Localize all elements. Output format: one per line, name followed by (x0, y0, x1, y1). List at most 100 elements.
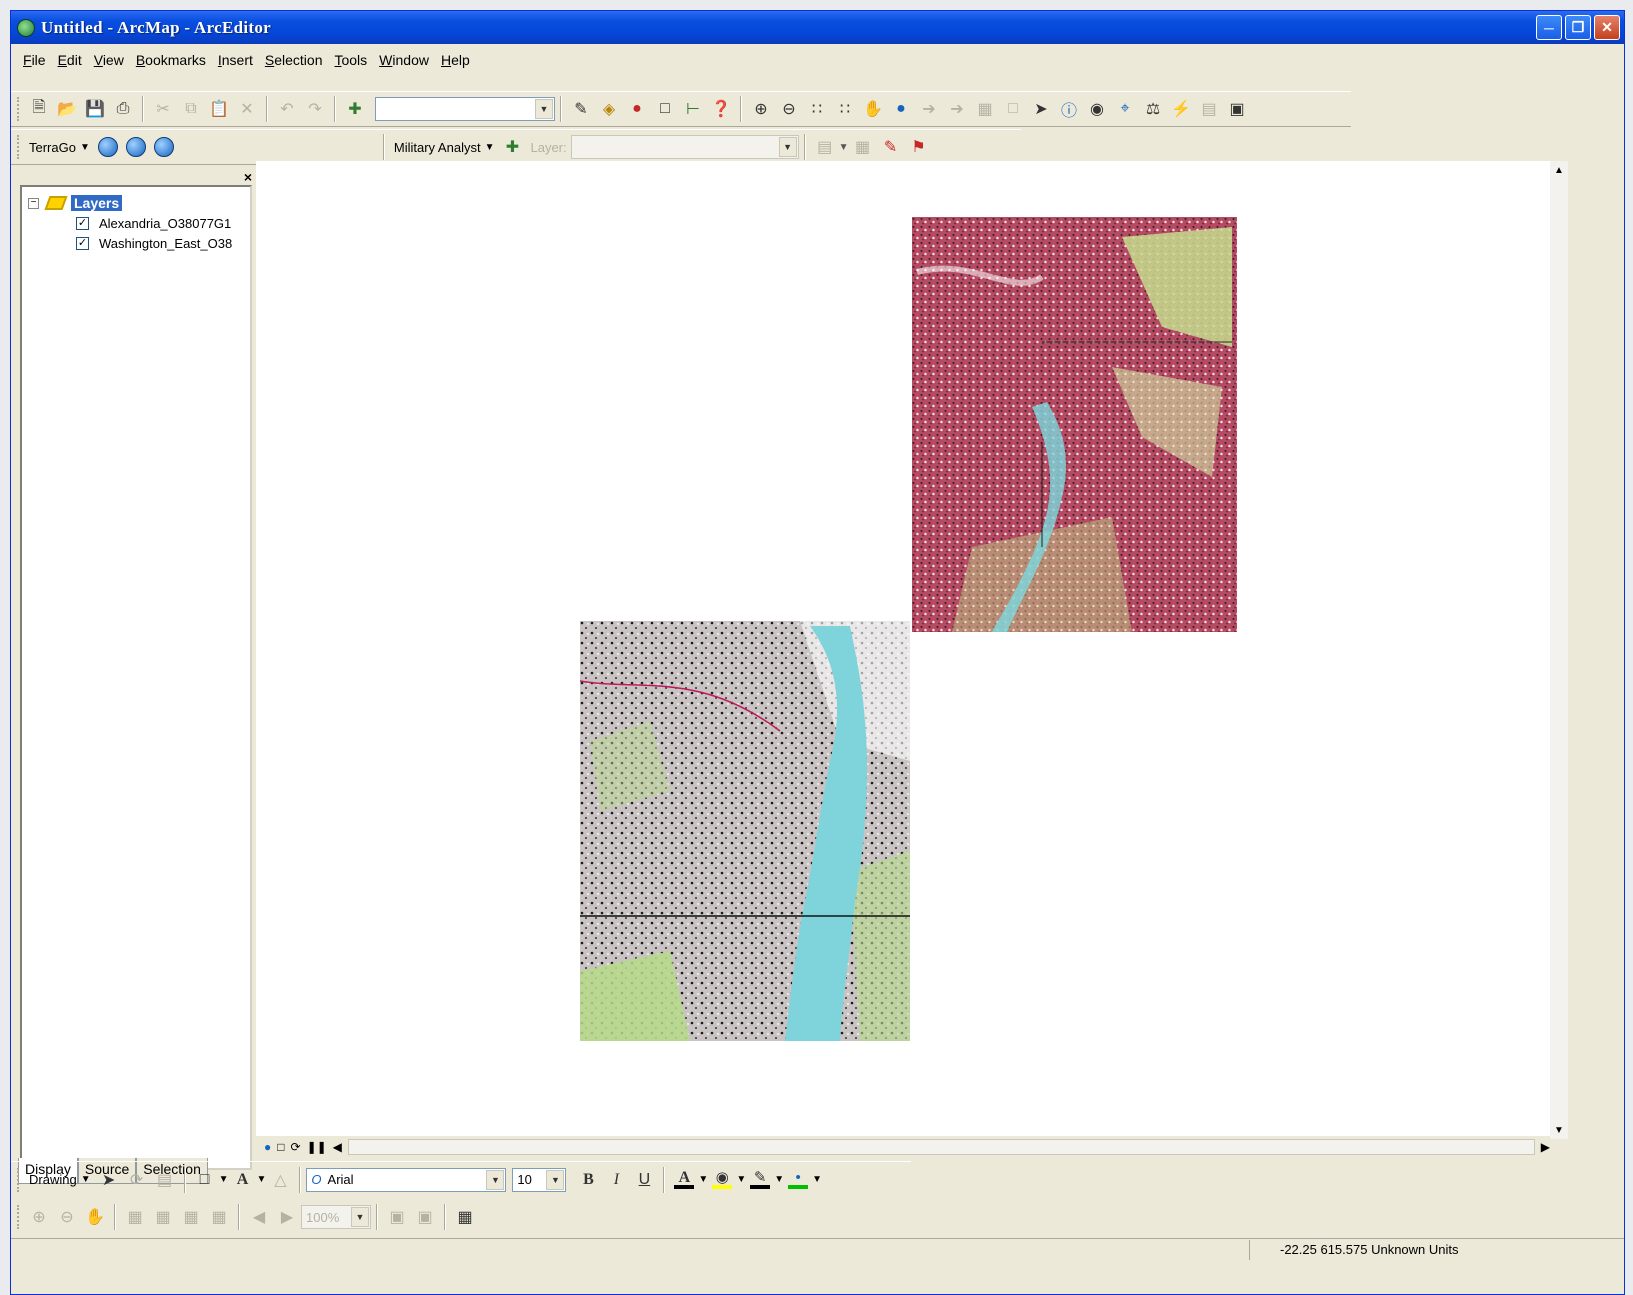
hyperlink-icon[interactable]: ⚡ (1167, 95, 1195, 123)
add-data-icon[interactable]: ✚ (341, 95, 369, 123)
toolbar-grip[interactable] (17, 1205, 21, 1229)
select-elements-arrow-icon[interactable]: ➤ (1027, 95, 1055, 123)
zoom-to-selected-icon[interactable]: ▤ (151, 1166, 179, 1194)
toolbar-grip[interactable] (17, 135, 21, 159)
map-scale-combo[interactable]: ▼ (375, 97, 555, 121)
layout-zoom-out-icon[interactable]: ⊖ (53, 1203, 81, 1231)
layout-pan-icon[interactable]: ✋ (81, 1203, 109, 1231)
delete-icon[interactable]: ✕ (233, 95, 261, 123)
find-binoculars-icon[interactable]: ◉ (1083, 95, 1111, 123)
fixed-zoom-out-icon[interactable]: ∷ (831, 95, 859, 123)
scroll-up-icon[interactable]: ▲ (1550, 161, 1568, 179)
menu-bookmarks[interactable]: Bookmarks (136, 52, 206, 68)
marker-color-button[interactable]: • (784, 1166, 812, 1194)
measure-icon[interactable]: ⚖ (1139, 95, 1167, 123)
chevron-down-icon[interactable]: ▼ (736, 1174, 746, 1185)
select-features-icon[interactable]: ▦ (971, 95, 999, 123)
close-button[interactable]: ✕ (1594, 15, 1620, 40)
chevron-down-icon[interactable]: ▼ (774, 1174, 784, 1185)
forward-arrow-icon[interactable]: ➔ (943, 95, 971, 123)
copy-icon[interactable]: ⧉ (177, 95, 205, 123)
chevron-down-icon[interactable]: ▼ (546, 1169, 565, 1190)
fill-color-button[interactable]: ◉ (708, 1166, 736, 1194)
vertical-scrollbar[interactable]: ▲ ▼ (1550, 161, 1568, 1139)
layer-visibility-checkbox[interactable]: ✓ (76, 236, 89, 250)
restore-button[interactable]: ❐ (1565, 15, 1591, 40)
fixed-zoom-out-icon[interactable]: ▦ (177, 1203, 205, 1231)
fixed-zoom-in-icon[interactable]: ▦ (149, 1203, 177, 1231)
full-extent-globe-icon[interactable]: ● (887, 95, 915, 123)
scroll-down-icon[interactable]: ▼ (1550, 1121, 1568, 1139)
menu-help[interactable]: Help (441, 52, 470, 68)
model-builder-icon[interactable]: ⊢ (679, 95, 707, 123)
title-bar[interactable]: Untitled - ArcMap - ArcEditor ─ ❐ ✕ (11, 11, 1624, 44)
terrago-menu[interactable]: TerraGo ▼ (25, 140, 94, 155)
pause-drawing-icon[interactable]: ❚❚ (307, 1140, 327, 1154)
drawing-menu[interactable]: Drawing ▼ (25, 1172, 95, 1187)
chevron-down-icon[interactable]: ▼ (486, 1169, 505, 1190)
scroll-right-icon[interactable]: ▶ (1541, 1140, 1550, 1154)
menu-insert[interactable]: Insert (218, 52, 253, 68)
go-forward-extent-icon[interactable]: ▶ (273, 1203, 301, 1231)
layout-zoom-in-icon[interactable]: ⊕ (25, 1203, 53, 1231)
paste-icon[interactable]: 📋 (205, 95, 233, 123)
chevron-down-icon[interactable]: ▼ (219, 1174, 229, 1185)
toolbox-red-icon[interactable]: ● (623, 95, 651, 123)
layers-root-row[interactable]: − Layers (28, 193, 250, 213)
toolbar-grip[interactable] (17, 1167, 21, 1192)
menu-file[interactable]: File (23, 52, 46, 68)
save-icon[interactable]: 💾 (81, 95, 109, 123)
toolbar-grip[interactable] (17, 97, 21, 121)
layout-view-icon[interactable]: □ (277, 1140, 284, 1154)
go-back-extent-icon[interactable]: ◀ (245, 1203, 273, 1231)
terrago-export-icon[interactable] (125, 137, 146, 157)
rotate-icon[interactable]: ⟳ (123, 1166, 151, 1194)
cut-icon[interactable]: ✂ (149, 95, 177, 123)
menu-view[interactable]: View (94, 52, 124, 68)
layer-name[interactable]: Alexandria_O38077G1 (99, 216, 231, 231)
collapse-icon[interactable]: − (28, 197, 39, 209)
create-viewer-window-icon[interactable]: ▣ (1223, 95, 1251, 123)
zoom-in-icon[interactable]: ⊕ (747, 95, 775, 123)
military-analyst-menu[interactable]: Military Analyst ▼ (390, 140, 499, 155)
minimize-button[interactable]: ─ (1536, 15, 1562, 40)
add-data-icon[interactable]: ✚ (498, 133, 526, 161)
chevron-down-icon[interactable]: ▼ (778, 137, 797, 157)
layout-zoom-select[interactable]: 100% ▼ (301, 1205, 371, 1229)
new-text-icon[interactable]: A (229, 1166, 257, 1194)
chevron-down-icon[interactable]: ▼ (257, 1174, 267, 1185)
terrago-globe-icon[interactable] (97, 137, 118, 157)
chevron-down-icon[interactable]: ▼ (812, 1174, 822, 1185)
menu-edit[interactable]: Edit (58, 52, 82, 68)
layer-name[interactable]: Washington_East_O38 (99, 236, 232, 251)
scroll-left-icon[interactable]: ◀ (333, 1140, 342, 1154)
layer-row[interactable]: ✓ Washington_East_O38 (28, 233, 250, 253)
military-tool-2-icon[interactable]: ▦ (849, 133, 877, 161)
back-arrow-icon[interactable]: ➔ (915, 95, 943, 123)
arctoolbox-icon[interactable]: ◈ (595, 95, 623, 123)
line-color-button[interactable]: ✎ (746, 1166, 774, 1194)
chevron-down-icon[interactable]: ▼ (698, 1174, 708, 1185)
close-icon[interactable]: × (244, 169, 252, 185)
military-tool-icon[interactable]: ▤ (811, 133, 839, 161)
go-to-xy-icon[interactable]: ⌖ (1111, 95, 1139, 123)
change-layout-icon[interactable]: ▦ (451, 1203, 479, 1231)
zoom-100-icon[interactable]: ▦ (205, 1203, 233, 1231)
layer-row[interactable]: ✓ Alexandria_O38077G1 (28, 213, 250, 233)
chevron-down-icon[interactable]: ▼ (351, 1207, 369, 1227)
rectangle-icon[interactable]: □ (191, 1166, 219, 1194)
layers-root-label[interactable]: Layers (71, 195, 123, 211)
menu-window[interactable]: Window (379, 52, 429, 68)
focus-data-frame-icon[interactable]: ▣ (411, 1203, 439, 1231)
fixed-zoom-in-icon[interactable]: ∷ (803, 95, 831, 123)
data-view-icon[interactable]: ● (264, 1140, 271, 1154)
identify-icon[interactable]: ⓘ (1055, 95, 1083, 123)
font-color-button[interactable]: A (670, 1166, 698, 1194)
chevron-down-icon[interactable]: ▼ (839, 142, 849, 153)
italic-button[interactable]: I (602, 1166, 630, 1194)
open-folder-icon[interactable]: 📂 (53, 95, 81, 123)
layer-combo[interactable]: ▼ (570, 135, 799, 159)
horizontal-scrollbar[interactable] (347, 1139, 1535, 1155)
font-size-select[interactable]: 10 ▼ (512, 1167, 567, 1192)
undo-icon[interactable]: ↶ (273, 95, 301, 123)
